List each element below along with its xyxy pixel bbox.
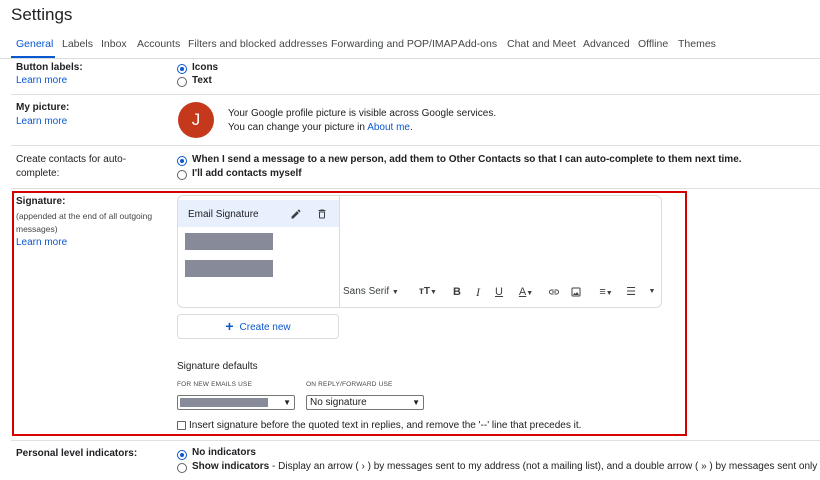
signature-defaults-heading: Signature defaults	[177, 361, 258, 372]
more-formatting-icon[interactable]: ▼	[646, 283, 658, 301]
list-icon[interactable]: ☰	[623, 283, 639, 301]
insert-before-quoted-label: Insert signature before the quoted text …	[189, 420, 582, 431]
contacts-label-line2: complete:	[16, 168, 60, 179]
reply-forward-signature-select[interactable]: No signature ▼	[306, 395, 424, 410]
divider	[11, 145, 820, 146]
reply-forward-value: No signature	[310, 397, 367, 408]
tab-offline[interactable]: Offline	[638, 38, 668, 50]
about-me-link[interactable]: About me	[367, 122, 410, 133]
signature-learn-more[interactable]: Learn more	[16, 237, 67, 248]
font-selector[interactable]: Sans Serif ▼	[343, 283, 409, 301]
text-color-icon[interactable]: A▼	[514, 283, 538, 301]
tab-general[interactable]: General	[16, 38, 53, 50]
radio-text[interactable]	[177, 77, 187, 87]
contacts-label-line1: Create contacts for auto-	[16, 154, 127, 165]
signature-label: Signature:	[16, 196, 66, 207]
active-tab-indicator	[11, 56, 55, 58]
signature-list-item-redacted[interactable]	[185, 233, 273, 250]
tab-forwarding[interactable]: Forwarding and POP/IMAP	[331, 38, 458, 50]
redacted-value	[180, 398, 268, 407]
insert-before-quoted-checkbox[interactable]	[177, 421, 186, 430]
new-emails-signature-select[interactable]: ▼	[177, 395, 295, 410]
create-new-signature-button[interactable]: + Create new	[177, 314, 339, 339]
my-picture-label: My picture:	[16, 102, 70, 113]
option-add-contacts-myself: I'll add contacts myself	[192, 168, 302, 179]
italic-icon[interactable]: I	[471, 283, 485, 301]
underline-icon[interactable]: U	[492, 283, 506, 301]
radio-add-contacts-myself[interactable]	[177, 170, 187, 180]
tab-filters[interactable]: Filters and blocked addresses	[188, 38, 328, 50]
divider	[11, 440, 820, 441]
pencil-icon[interactable]	[290, 208, 302, 220]
button-labels-learn-more[interactable]: Learn more	[16, 75, 67, 86]
picture-info-suffix: .	[410, 122, 413, 133]
divider	[11, 94, 820, 95]
option-show-indicators: Show indicators - Display an arrow ( › )…	[192, 461, 820, 472]
tab-themes[interactable]: Themes	[678, 38, 716, 50]
picture-info-line2: You can change your picture in About me.	[228, 122, 413, 133]
option-text: Text	[192, 75, 212, 86]
radio-auto-add-contacts[interactable]	[177, 156, 187, 166]
align-icon[interactable]: ≡▼	[594, 283, 618, 301]
show-indicators-description: - Display an arrow ( › ) by messages sen…	[269, 461, 820, 472]
picture-info-line1: Your Google profile picture is visible a…	[228, 108, 497, 119]
chevron-down-icon: ▼	[412, 398, 420, 407]
tab-addons[interactable]: Add-ons	[458, 38, 497, 50]
tab-inbox[interactable]: Inbox	[101, 38, 127, 50]
new-emails-caption: FOR NEW EMAILS USE	[177, 381, 253, 388]
avatar[interactable]: J	[178, 102, 214, 138]
page-title: Settings	[11, 5, 73, 24]
create-new-label: Create new	[239, 322, 291, 333]
link-icon[interactable]	[547, 286, 561, 298]
settings-tabs: General Labels Inbox Accounts Filters an…	[0, 30, 820, 59]
radio-show-indicators[interactable]	[177, 463, 187, 473]
chevron-down-icon: ▼	[283, 398, 291, 407]
radio-icons[interactable]	[177, 64, 187, 74]
bold-icon[interactable]: B	[450, 283, 464, 301]
text-size-icon[interactable]: ᴛT▼	[416, 283, 440, 301]
reply-forward-caption: ON REPLY/FORWARD USE	[306, 381, 393, 388]
picture-info-prefix: You can change your picture in	[228, 122, 368, 133]
button-labels-label: Button labels:	[16, 62, 83, 73]
signature-list-item-redacted[interactable]	[185, 260, 273, 277]
my-picture-learn-more[interactable]: Learn more	[16, 116, 67, 127]
image-icon[interactable]	[570, 286, 582, 298]
signature-name: Email Signature	[188, 209, 259, 220]
signature-note-line2: messages)	[16, 224, 58, 234]
divider	[11, 188, 820, 189]
tab-advanced[interactable]: Advanced	[583, 38, 630, 50]
tab-labels[interactable]: Labels	[62, 38, 93, 50]
trash-icon[interactable]	[316, 208, 328, 220]
plus-icon: +	[225, 318, 234, 334]
personal-indicators-label: Personal level indicators:	[16, 448, 138, 459]
option-auto-add-contacts: When I send a message to a new person, a…	[192, 154, 742, 165]
tab-chat-meet[interactable]: Chat and Meet	[507, 38, 576, 50]
option-icons: Icons	[192, 62, 219, 73]
font-name: Sans Serif	[343, 286, 390, 297]
signature-note-line1: (appended at the end of all outgoing	[16, 211, 153, 221]
tab-accounts[interactable]: Accounts	[137, 38, 180, 50]
radio-no-indicators[interactable]	[177, 450, 187, 460]
show-indicators-title: Show indicators	[192, 461, 270, 472]
option-no-indicators: No indicators	[192, 447, 256, 458]
